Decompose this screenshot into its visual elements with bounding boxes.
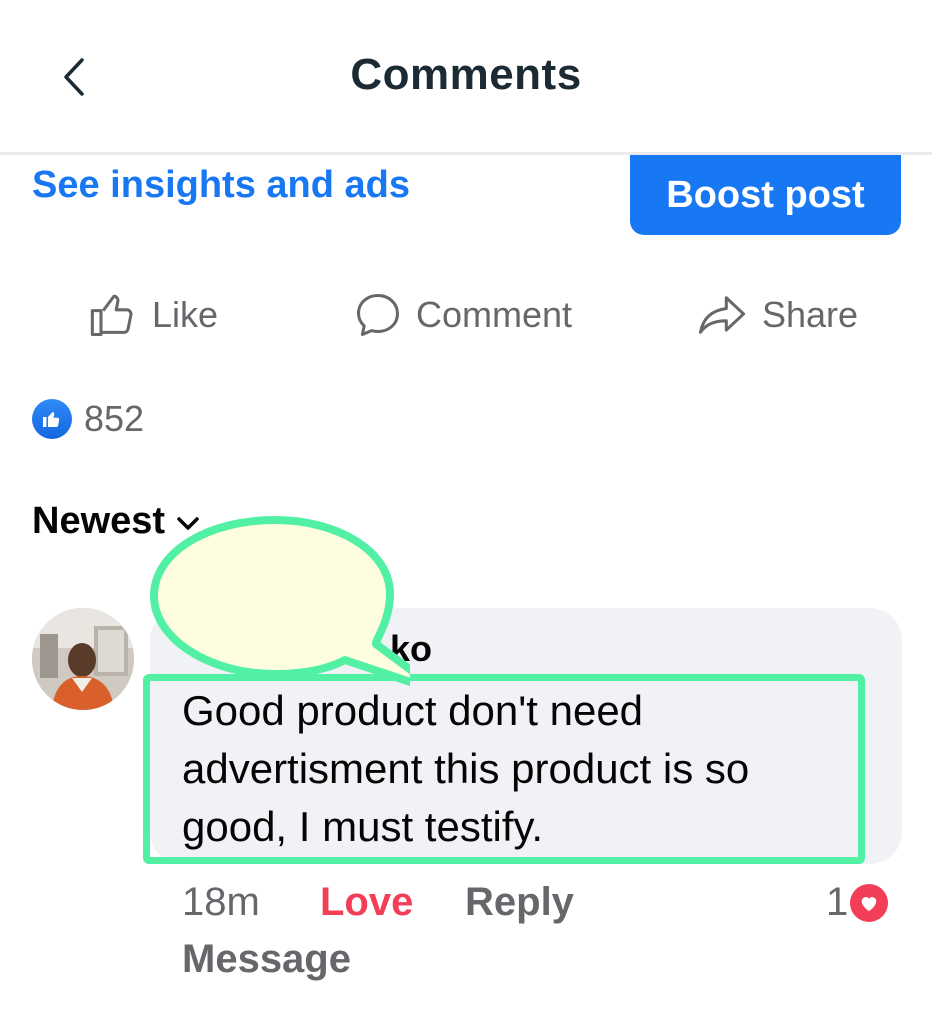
speech-bubble-overlay [150, 516, 410, 687]
comment-label: Comment [416, 294, 573, 335]
share-label: Share [762, 294, 859, 335]
comment-reaction-count[interactable]: 1 [826, 880, 889, 925]
commenter-avatar[interactable] [32, 608, 134, 710]
reply-button[interactable]: Reply [465, 880, 574, 925]
comment-time: 18m [182, 880, 260, 924]
thumbs-up-icon [90, 294, 133, 337]
love-reaction-button[interactable]: Love [320, 880, 413, 925]
like-label: Like [152, 294, 219, 335]
comment-button[interactable]: Comment [352, 285, 572, 345]
like-button[interactable]: Like [88, 285, 218, 345]
boost-post-button[interactable]: Boost post [630, 155, 901, 235]
heart-icon [850, 883, 889, 922]
love-count: 1 [826, 880, 849, 924]
highlight-annotation-box [143, 674, 865, 864]
share-icon [698, 296, 746, 334]
page-title: Comments [350, 50, 582, 99]
message-button[interactable]: Message [182, 937, 351, 982]
share-button[interactable]: Share [694, 285, 858, 345]
see-insights-link[interactable]: See insights and ads [32, 164, 410, 207]
reaction-count: 852 [84, 398, 145, 439]
reaction-summary[interactable]: 852 [32, 398, 144, 440]
comment-icon [356, 293, 400, 337]
top-bar: Comments [0, 0, 932, 155]
like-reaction-icon [32, 399, 72, 439]
